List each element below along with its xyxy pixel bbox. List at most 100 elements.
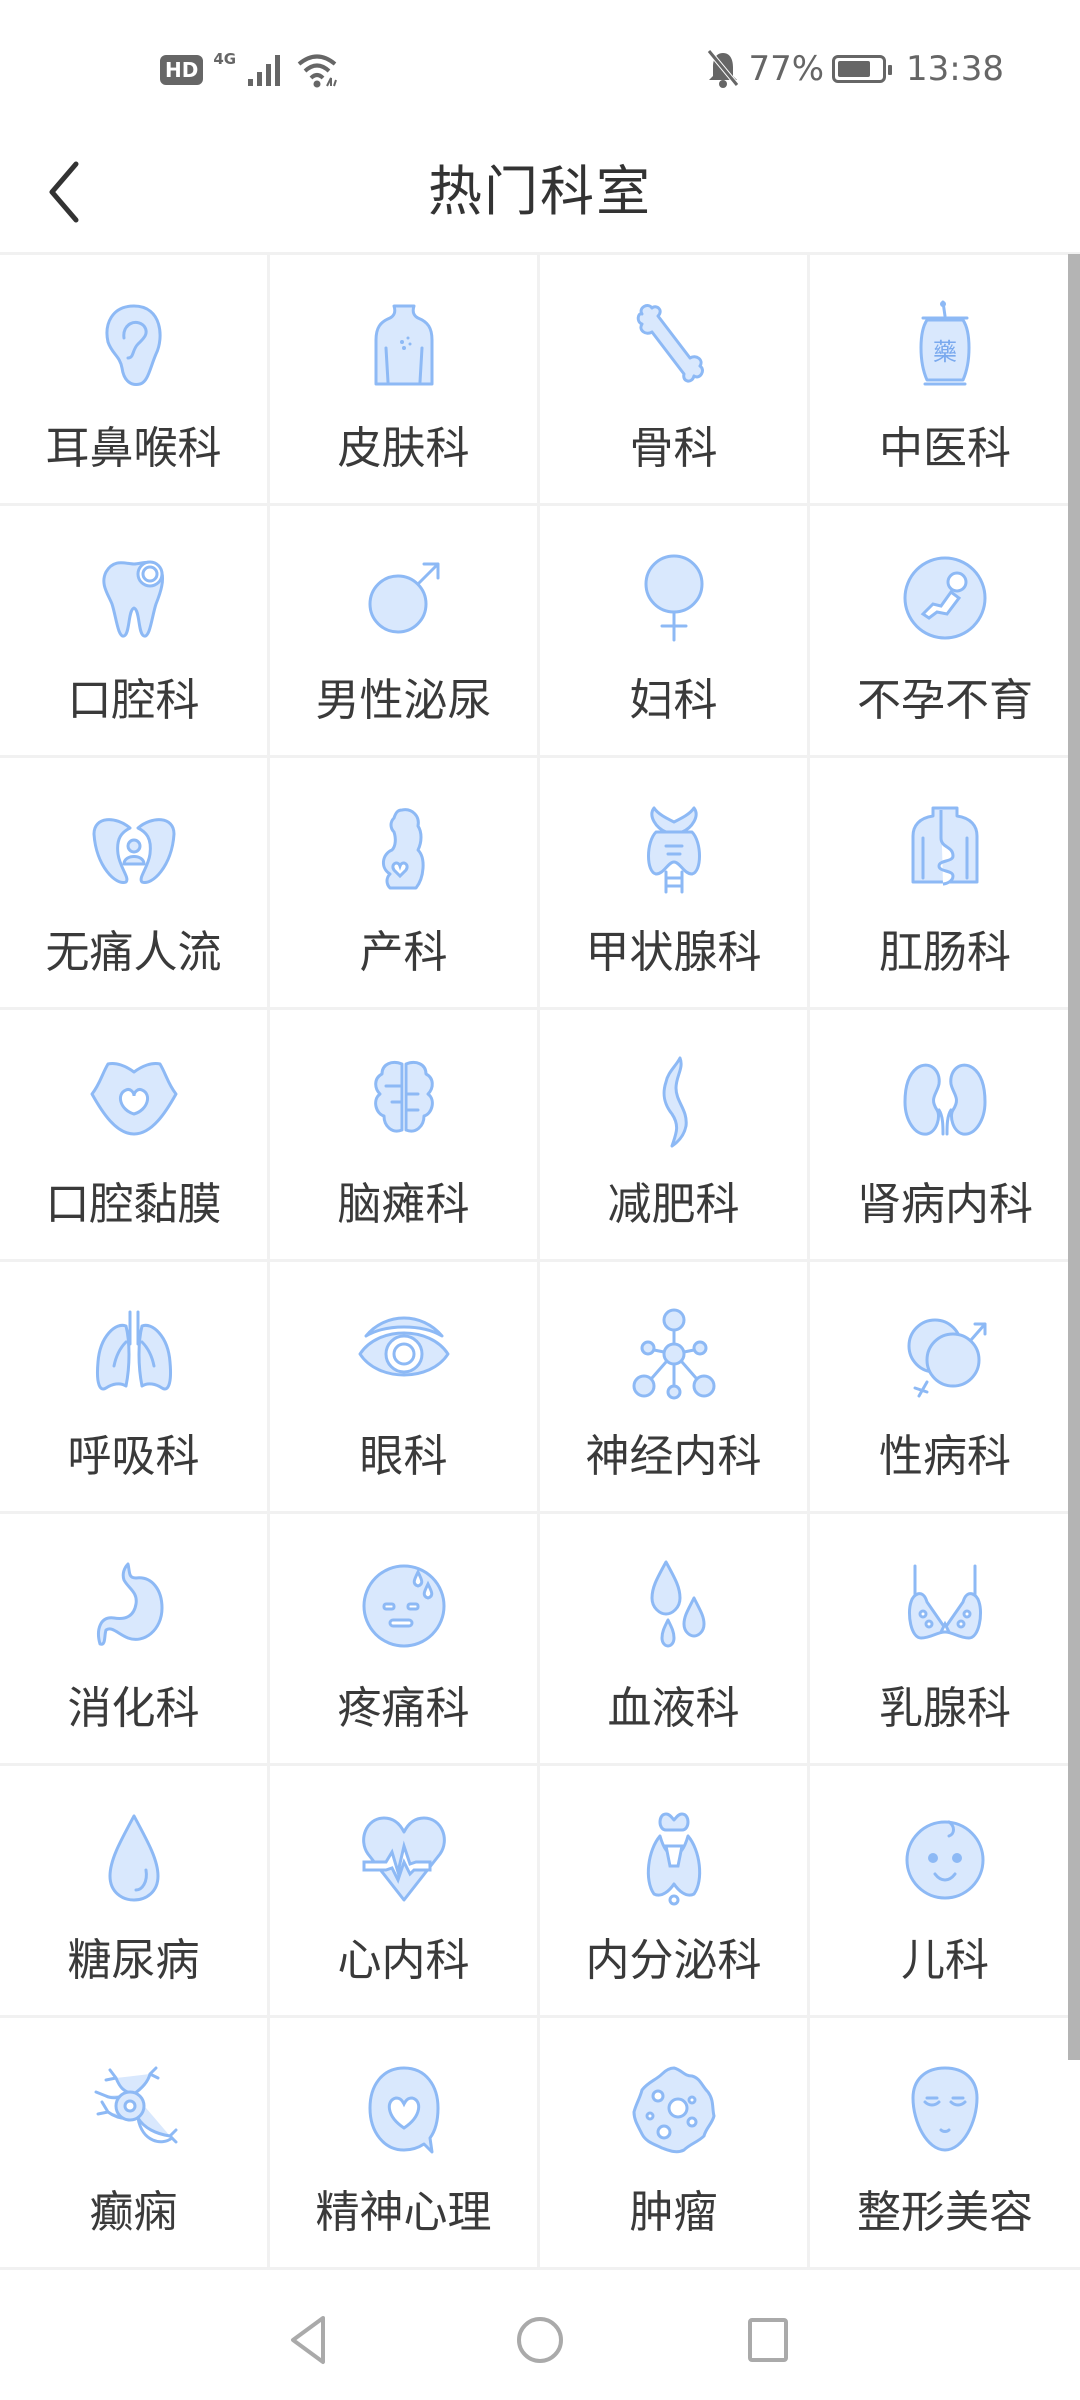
hd-icon: HD: [160, 55, 204, 85]
department-label: 整形美容: [857, 2187, 1033, 2238]
department-item[interactable]: 精神心理: [270, 2018, 540, 2270]
department-label: 甲状腺科: [585, 927, 762, 978]
department-label: 内分泌科: [585, 1935, 762, 1986]
ear-icon: [86, 298, 182, 394]
department-item[interactable]: 呼吸科: [0, 1262, 270, 1514]
department-item[interactable]: 性病科: [810, 1262, 1080, 1514]
brain-icon: [356, 1054, 452, 1150]
blood-drops-icon: [626, 1558, 722, 1654]
status-left: HD 4G: [160, 48, 340, 92]
baby-face-icon: [897, 1810, 993, 1906]
department-item[interactable]: 血液科: [540, 1514, 810, 1766]
department-label: 耳鼻喉科: [45, 423, 222, 474]
recents-square-icon: [748, 2318, 788, 2362]
department-label: 心内科: [337, 1935, 470, 1986]
endocrine-icon: [626, 1810, 722, 1906]
neuron-network-icon: [626, 1306, 722, 1402]
tumor-cell-icon: [626, 2062, 722, 2158]
tooth-icon: [86, 550, 182, 646]
department-label: 眼科: [359, 1431, 448, 1482]
department-item[interactable]: 儿科: [810, 1766, 1080, 2018]
department-item[interactable]: 肿瘤: [540, 2018, 810, 2270]
department-item[interactable]: 整形美容: [810, 2018, 1080, 2270]
pregnant-woman-icon: [356, 802, 452, 898]
department-item[interactable]: 藥中医科: [810, 254, 1080, 506]
battery-percent: 77%: [748, 49, 825, 89]
slim-body-icon: [626, 1054, 722, 1150]
header: 热门科室: [0, 130, 1080, 254]
female-symbol-icon: [626, 550, 722, 646]
bone-icon: [626, 298, 722, 394]
department-item[interactable]: 妇科: [540, 506, 810, 758]
stomach-icon: [86, 1558, 182, 1654]
face-mask-icon: [897, 2062, 993, 2158]
department-label: 产科: [359, 927, 448, 978]
clock: 13:38: [906, 49, 1004, 89]
lips-icon: [86, 1054, 182, 1150]
male-symbol-icon: [356, 550, 452, 646]
department-item[interactable]: 耳鼻喉科: [0, 254, 270, 506]
status-bar: HD 4G 77% 13:38: [0, 0, 1080, 130]
department-label: 口腔黏膜: [45, 1179, 222, 1230]
nav-home-button[interactable]: [500, 2300, 580, 2380]
home-circle-icon: [517, 2317, 563, 2363]
department-grid[interactable]: 耳鼻喉科 皮肤科 骨科 藥中医科口腔科 男性泌尿 妇科 不孕不育无痛人流 产科 甲状腺科 肛肠科口…: [0, 254, 1080, 2270]
department-item[interactable]: 减肥科: [540, 1010, 810, 1262]
nav-recents-button[interactable]: [728, 2300, 808, 2380]
nerve-cell-icon: [86, 2062, 182, 2158]
intestine-icon: [897, 802, 993, 898]
department-item[interactable]: 疼痛科: [270, 1514, 540, 1766]
department-item[interactable]: 肾病内科: [810, 1010, 1080, 1262]
department-item[interactable]: 乳腺科: [810, 1514, 1080, 1766]
department-item[interactable]: 男性泌尿: [270, 506, 540, 758]
department-label: 呼吸科: [67, 1431, 200, 1482]
department-label: 乳腺科: [879, 1683, 1011, 1734]
page-title: 热门科室: [428, 160, 652, 223]
department-label: 不孕不育: [857, 675, 1033, 726]
navigation-bar: [0, 2270, 1080, 2400]
bra-icon: [897, 1558, 993, 1654]
department-item[interactable]: 骨科: [540, 254, 810, 506]
department-label: 无痛人流: [45, 927, 222, 978]
wifi-icon: [297, 54, 338, 88]
department-item[interactable]: 心内科: [270, 1766, 540, 2018]
department-item[interactable]: 眼科: [270, 1262, 540, 1514]
department-item[interactable]: 口腔科: [0, 506, 270, 758]
scrollbar[interactable]: [1068, 254, 1080, 2060]
department-item[interactable]: 神经内科: [540, 1262, 810, 1514]
department-item[interactable]: 口腔黏膜: [0, 1010, 270, 1262]
department-item[interactable]: 肛肠科: [810, 758, 1080, 1010]
drop-icon: [86, 1810, 182, 1906]
department-item[interactable]: 无痛人流: [0, 758, 270, 1010]
status-right: 77% 13:38: [706, 44, 1004, 94]
nav-back-button[interactable]: [268, 2300, 348, 2380]
department-item[interactable]: 皮肤科: [270, 254, 540, 506]
signal-icon: [248, 55, 281, 86]
skin-back-icon: [356, 298, 452, 394]
department-label: 肿瘤: [629, 2187, 718, 2238]
eye-icon: [356, 1306, 452, 1402]
network-type: 4G: [213, 50, 237, 68]
department-label: 脑瘫科: [337, 1179, 470, 1230]
department-item[interactable]: 消化科: [0, 1514, 270, 1766]
department-item[interactable]: 内分泌科: [540, 1766, 810, 2018]
department-label: 骨科: [629, 423, 718, 474]
department-label: 疼痛科: [337, 1683, 470, 1734]
department-label: 糖尿病: [67, 1935, 200, 1986]
battery-icon: [832, 55, 893, 83]
department-label: 肾病内科: [857, 1179, 1033, 1230]
mute-bell-icon: [707, 49, 740, 88]
heart-bubble-icon: [356, 2062, 452, 2158]
department-item[interactable]: 癫痫: [0, 2018, 270, 2270]
department-item[interactable]: 脑瘫科: [270, 1010, 540, 1262]
department-item[interactable]: 甲状腺科: [540, 758, 810, 1010]
department-label: 皮肤科: [337, 423, 470, 474]
fetus-icon: [897, 550, 993, 646]
heart-pulse-icon: [356, 1810, 452, 1906]
department-item[interactable]: 不孕不育: [810, 506, 1080, 758]
department-item[interactable]: 产科: [270, 758, 540, 1010]
department-item[interactable]: 糖尿病: [0, 1766, 270, 2018]
department-label: 减肥科: [607, 1179, 740, 1230]
department-label: 中医科: [879, 423, 1011, 474]
department-label: 消化科: [67, 1683, 200, 1734]
